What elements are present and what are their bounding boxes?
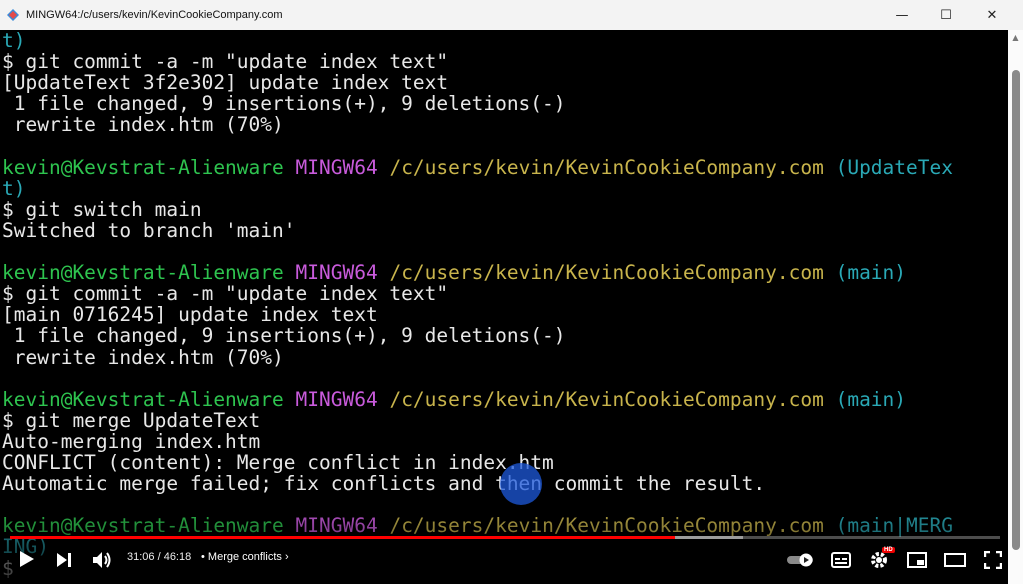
terminal-line: kevin@Kevstrat-Alienware MINGW64 /c/user… — [2, 262, 906, 283]
terminal-text-segment: Auto-merging index.htm — [2, 429, 261, 453]
terminal-text-segment: (main) — [823, 261, 907, 285]
terminal-text-segment: (main) — [823, 387, 907, 411]
maximize-button[interactable]: ☐ — [924, 0, 968, 30]
terminal-text-segment: [UpdateText 3f2e302] update index text — [2, 71, 449, 95]
terminal-line: t) — [2, 178, 25, 199]
close-button[interactable]: ✕ — [970, 0, 1014, 30]
terminal-scrollbar[interactable]: ▲ — [1008, 30, 1023, 584]
terminal-text-segment: $ git commit -a -m "update index text" — [2, 50, 449, 74]
miniplayer-icon[interactable] — [906, 549, 928, 571]
terminal-text-segment: rewrite index.htm (70%) — [2, 113, 284, 137]
terminal-line: rewrite index.htm (70%) — [2, 114, 284, 135]
terminal-text-segment: /c/users/kevin/KevinCookieCompany.com — [389, 261, 824, 285]
terminal-text-segment: Automatic merge failed; fix conflicts an… — [2, 472, 766, 496]
terminal-text-segment: MINGW64 — [295, 261, 378, 285]
window-title: MINGW64:/c/users/kevin/KevinCookieCompan… — [26, 9, 283, 21]
chapter-label: • Merge conflicts — [201, 551, 282, 563]
terminal-line: 1 file changed, 9 insertions(+), 9 delet… — [2, 325, 566, 346]
terminal-line: Switched to branch 'main' — [2, 220, 296, 241]
chapter-title[interactable]: • Merge conflicts › — [201, 551, 289, 563]
play-icon[interactable] — [16, 548, 38, 570]
mingw-app-icon — [6, 8, 20, 22]
minimize-button[interactable]: — — [880, 0, 924, 30]
terminal-line: $ git merge UpdateText — [2, 410, 260, 431]
volume-icon[interactable] — [92, 549, 114, 571]
subtitles-icon[interactable] — [830, 549, 852, 571]
terminal-line: Auto-merging index.htm — [2, 431, 260, 452]
terminal-text-segment: kevin@Kevstrat-Alienware — [2, 155, 284, 179]
terminal-line: $ git commit -a -m "update index text" — [2, 283, 448, 304]
terminal-text-segment: rewrite index.htm (70%) — [2, 345, 284, 369]
terminal-text-segment: MINGW64 — [295, 155, 378, 179]
player-controls-shade — [0, 500, 1008, 584]
scrollbar-thumb[interactable] — [1012, 70, 1020, 550]
terminal-text-segment: (UpdateTex — [823, 155, 953, 179]
terminal-text-segment: $ git merge UpdateText — [2, 408, 261, 432]
terminal-text-segment: /c/users/kevin/KevinCookieCompany.com — [389, 155, 824, 179]
terminal-text-segment: $ git switch main — [2, 197, 202, 221]
terminal-line: rewrite index.htm (70%) — [2, 347, 284, 368]
next-icon[interactable] — [54, 550, 74, 570]
terminal-text-segment: [main 0716245] update index text — [2, 303, 378, 327]
terminal-line: $ git switch main — [2, 199, 202, 220]
time-display: 31:06 / 46:18 — [127, 551, 192, 563]
autoplay-toggle-icon[interactable] — [786, 550, 816, 570]
terminal-text-segment: CONFLICT (content): Merge conflict in in… — [2, 451, 554, 474]
terminal-line: [main 0716245] update index text — [2, 304, 378, 325]
terminal-line: kevin@Kevstrat-Alienware MINGW64 /c/user… — [2, 157, 953, 178]
terminal-text-segment: kevin@Kevstrat-Alienware — [2, 387, 284, 411]
terminal-line: kevin@Kevstrat-Alienware MINGW64 /c/user… — [2, 389, 906, 410]
terminal-line: CONFLICT (content): Merge conflict in in… — [2, 452, 554, 473]
cursor-highlight — [500, 463, 542, 505]
terminal-text-segment: Switched to branch 'main' — [2, 218, 296, 242]
terminal-text-segment: t) — [2, 176, 26, 200]
terminal-text-segment: 1 file changed, 9 insertions(+), 9 delet… — [2, 324, 566, 348]
scroll-up-arrow-icon[interactable]: ▲ — [1008, 30, 1023, 44]
terminal-line: t) — [2, 30, 25, 51]
terminal-line: [UpdateText 3f2e302] update index text — [2, 72, 448, 93]
terminal-text-segment: 1 file changed, 9 insertions(+), 9 delet… — [2, 92, 566, 116]
terminal-line: Automatic merge failed; fix conflicts an… — [2, 473, 765, 494]
chevron-right-icon: › — [284, 551, 289, 563]
progress-bar[interactable] — [10, 536, 1000, 539]
terminal-text-segment: t) — [2, 30, 26, 52]
terminal-line: 1 file changed, 9 insertions(+), 9 delet… — [2, 93, 566, 114]
fullscreen-icon[interactable] — [982, 549, 1004, 571]
terminal-line: $ git commit -a -m "update index text" — [2, 51, 448, 72]
theater-icon[interactable] — [944, 549, 966, 571]
progress-played — [10, 536, 676, 539]
terminal-text-segment: /c/users/kevin/KevinCookieCompany.com — [389, 387, 824, 411]
terminal-text-segment: MINGW64 — [295, 387, 378, 411]
hd-badge: HD — [882, 547, 895, 553]
window-titlebar: MINGW64:/c/users/kevin/KevinCookieCompan… — [0, 0, 1023, 30]
terminal-text-segment: $ git commit -a -m "update index text" — [2, 282, 449, 306]
terminal-text-segment: kevin@Kevstrat-Alienware — [2, 261, 284, 285]
